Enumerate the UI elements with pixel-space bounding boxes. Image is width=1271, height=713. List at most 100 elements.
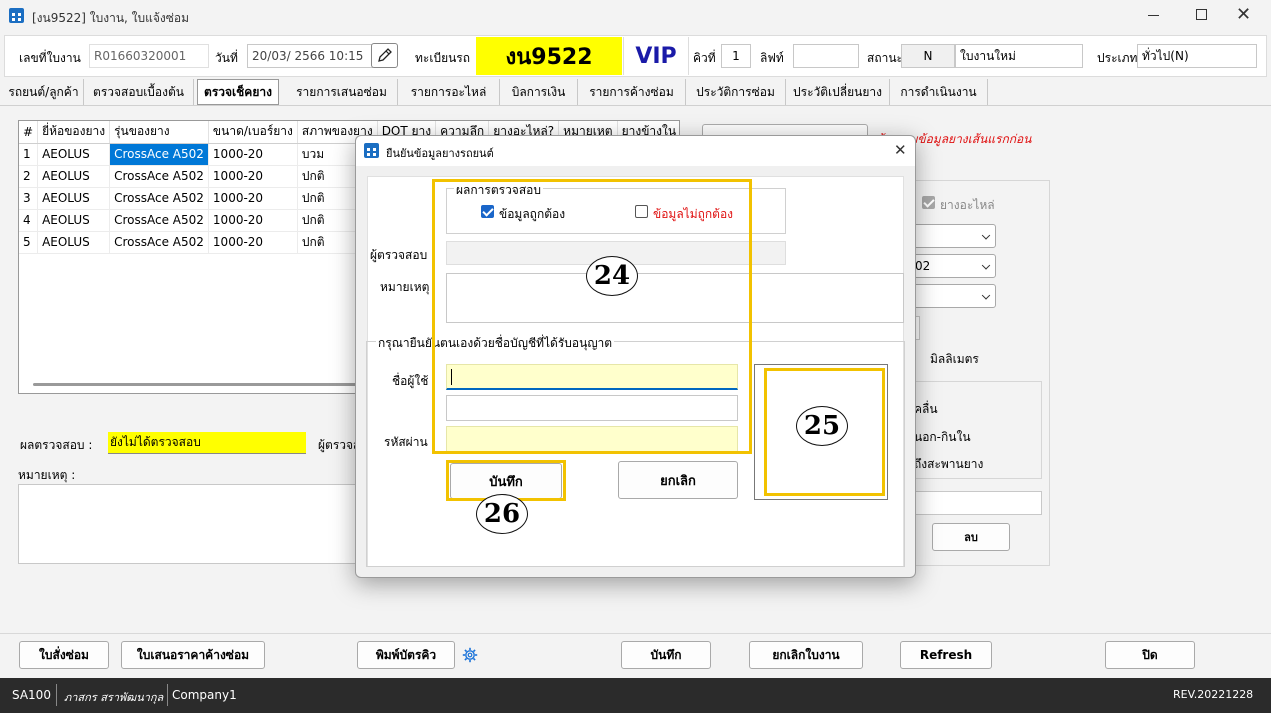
remark-label: หมายเหตุ (380, 280, 430, 294)
remark-label-main: หมายเหตุ : (18, 468, 76, 482)
unit-label: มิลลิเมตร (930, 352, 979, 366)
cell-model: CrossAce A502 (109, 231, 209, 254)
status-company: Company1 (172, 688, 237, 702)
tab-repair-history[interactable]: ประวัติการซ่อม (686, 79, 786, 105)
tab-tire-check[interactable]: ตรวจเช็คยาง (197, 79, 279, 105)
status-code-field: N (901, 44, 955, 68)
right-combo-1[interactable] (910, 224, 996, 248)
close-button[interactable]: ปิด (1105, 641, 1195, 669)
status-label: สถานะ (867, 51, 903, 65)
pencil-icon (378, 48, 392, 62)
cell-size: 1000-20 (208, 231, 298, 254)
cell-brand: AEOLUS (37, 231, 111, 254)
tab-initial-check[interactable]: ตรวจสอบเบื้องต้น (84, 79, 194, 105)
window-title: [งน9522] ใบงาน, ใบแจ้งซ่อม (32, 11, 190, 25)
cell-size: 1000-20 (208, 209, 298, 232)
callout-25-label: 25 (796, 406, 848, 446)
option-2-label[interactable]: นอก-กินใน (914, 428, 971, 447)
option-3-label[interactable]: ถึงสะพานยาง (914, 455, 983, 474)
close-icon[interactable]: ✕ (894, 141, 907, 159)
result-label: ผลตรวจสอบ : (20, 438, 93, 452)
result-value: ยังไม่ได้ตรวจสอบ (108, 432, 306, 454)
cell-brand: AEOLUS (37, 209, 111, 232)
cell-brand: AEOLUS (37, 187, 111, 210)
tab-operations[interactable]: การดำเนินงาน (890, 79, 988, 105)
chevron-down-icon (981, 291, 991, 300)
app-grid-icon (364, 143, 379, 158)
right-combo-2-value: 02 (915, 259, 931, 273)
chevron-down-icon (981, 231, 991, 240)
callout-24-label: 24 (586, 256, 638, 296)
cell-index: 2 (19, 165, 39, 188)
job-no-label: เลขที่ใบงาน (19, 51, 81, 65)
close-window-icon[interactable]: ✕ (1236, 5, 1252, 25)
status-separator (56, 684, 57, 706)
cell-size: 1000-20 (208, 187, 298, 210)
job-header: เลขที่ใบงาน R01660320001 วันที่ 20/03/ 2… (4, 35, 1267, 77)
col-brand[interactable]: ยี่ห้อของยาง (37, 121, 111, 144)
plate-display: งน9522 (476, 37, 622, 75)
spare-label: ยางอะไหล่ (940, 198, 995, 212)
status-bar: SA100 ภาสกร สราพัฒนากุล Company1 REV.202… (0, 678, 1271, 713)
print-queue-button[interactable]: พิมพ์บัตรคิว (357, 641, 455, 669)
tab-customer[interactable]: รถยนต์/ลูกค้า (4, 79, 84, 105)
minimize-icon[interactable] (1148, 15, 1159, 16)
cell-model: CrossAce A502 (109, 165, 209, 188)
cancel-job-button[interactable]: ยกเลิกใบงาน (749, 641, 863, 669)
vip-badge: VIP (623, 37, 689, 75)
status-text-field: ใบงานใหม่ (955, 44, 1083, 68)
repair-order-button[interactable]: ใบสั่งซ่อม (19, 641, 109, 669)
cell-size: 1000-20 (208, 143, 298, 166)
tab-billing[interactable]: บิลการเงิน (500, 79, 578, 105)
cell-size: 1000-20 (208, 165, 298, 188)
lift-field[interactable] (793, 44, 859, 68)
date-field[interactable]: 20/03/ 2566 10:15 (247, 44, 373, 68)
tab-repair-proposal[interactable]: รายการเสนอซ่อม (286, 79, 398, 105)
queue-label: คิวที่ (693, 51, 716, 65)
cell-model: CrossAce A502 (109, 187, 209, 210)
col-index[interactable]: # (19, 121, 39, 144)
status-revision: REV.20221228 (1173, 688, 1254, 701)
queue-field[interactable]: 1 (721, 44, 751, 68)
app-grid-icon (9, 8, 24, 23)
edit-pencil-button[interactable] (371, 43, 398, 68)
cell-brand: AEOLUS (37, 165, 111, 188)
password-label: รหัสผ่าน (384, 435, 428, 449)
dialog-title-bar: ยืนยันข้อมูลยางรถยนต์ ✕ (356, 136, 915, 166)
maximize-icon[interactable] (1196, 9, 1207, 20)
tab-pending-repair[interactable]: รายการค้างซ่อม (578, 79, 686, 105)
type-field[interactable]: ทั่วไป(N) (1137, 44, 1257, 68)
lift-label: ลิฟท์ (760, 51, 784, 65)
delete-button[interactable]: ลบ (932, 523, 1010, 551)
date-label: วันที่ (215, 51, 238, 65)
right-combo-2[interactable]: 02 (910, 254, 996, 278)
inspector-label: ผู้ตรวจสอบ : (370, 248, 436, 262)
cell-model[interactable]: CrossAce A502 (109, 143, 209, 166)
option-1-label[interactable]: คลื่น (914, 400, 938, 419)
col-size[interactable]: ขนาด/เบอร์ยาง (208, 121, 298, 144)
plate-label: ทะเบียนรถ (415, 51, 471, 65)
right-text-field[interactable] (910, 491, 1042, 515)
bottom-bar-divider (0, 633, 1271, 634)
col-model[interactable]: รุ่นของยาง (109, 121, 209, 144)
gear-icon[interactable] (462, 647, 478, 663)
refresh-button[interactable]: Refresh (900, 641, 992, 669)
cell-index: 5 (19, 231, 39, 254)
username-label: ชื่อผู้ใช้ (392, 374, 429, 388)
right-combo-3[interactable] (910, 284, 996, 308)
dialog-cancel-button[interactable]: ยกเลิก (618, 461, 738, 499)
status-code: SA100 (12, 688, 51, 702)
cell-model: CrossAce A502 (109, 209, 209, 232)
status-separator (167, 684, 168, 706)
job-no-field[interactable]: R01660320001 (89, 44, 209, 68)
dialog-title: ยืนยันข้อมูลยางรถยนต์ (386, 147, 494, 160)
save-button[interactable]: บันทึก (621, 641, 711, 669)
tab-tire-history[interactable]: ประวัติเปลี่ยนยาง (786, 79, 890, 105)
chevron-down-icon (981, 261, 991, 270)
callout-26-label: 26 (476, 494, 528, 534)
spare-checkbox[interactable] (922, 196, 935, 209)
cell-index: 4 (19, 209, 39, 232)
tab-parts[interactable]: รายการอะไหล่ (398, 79, 500, 105)
remark-textarea-main[interactable] (18, 484, 358, 564)
pending-quote-button[interactable]: ใบเสนอราคาค้างซ่อม (121, 641, 265, 669)
